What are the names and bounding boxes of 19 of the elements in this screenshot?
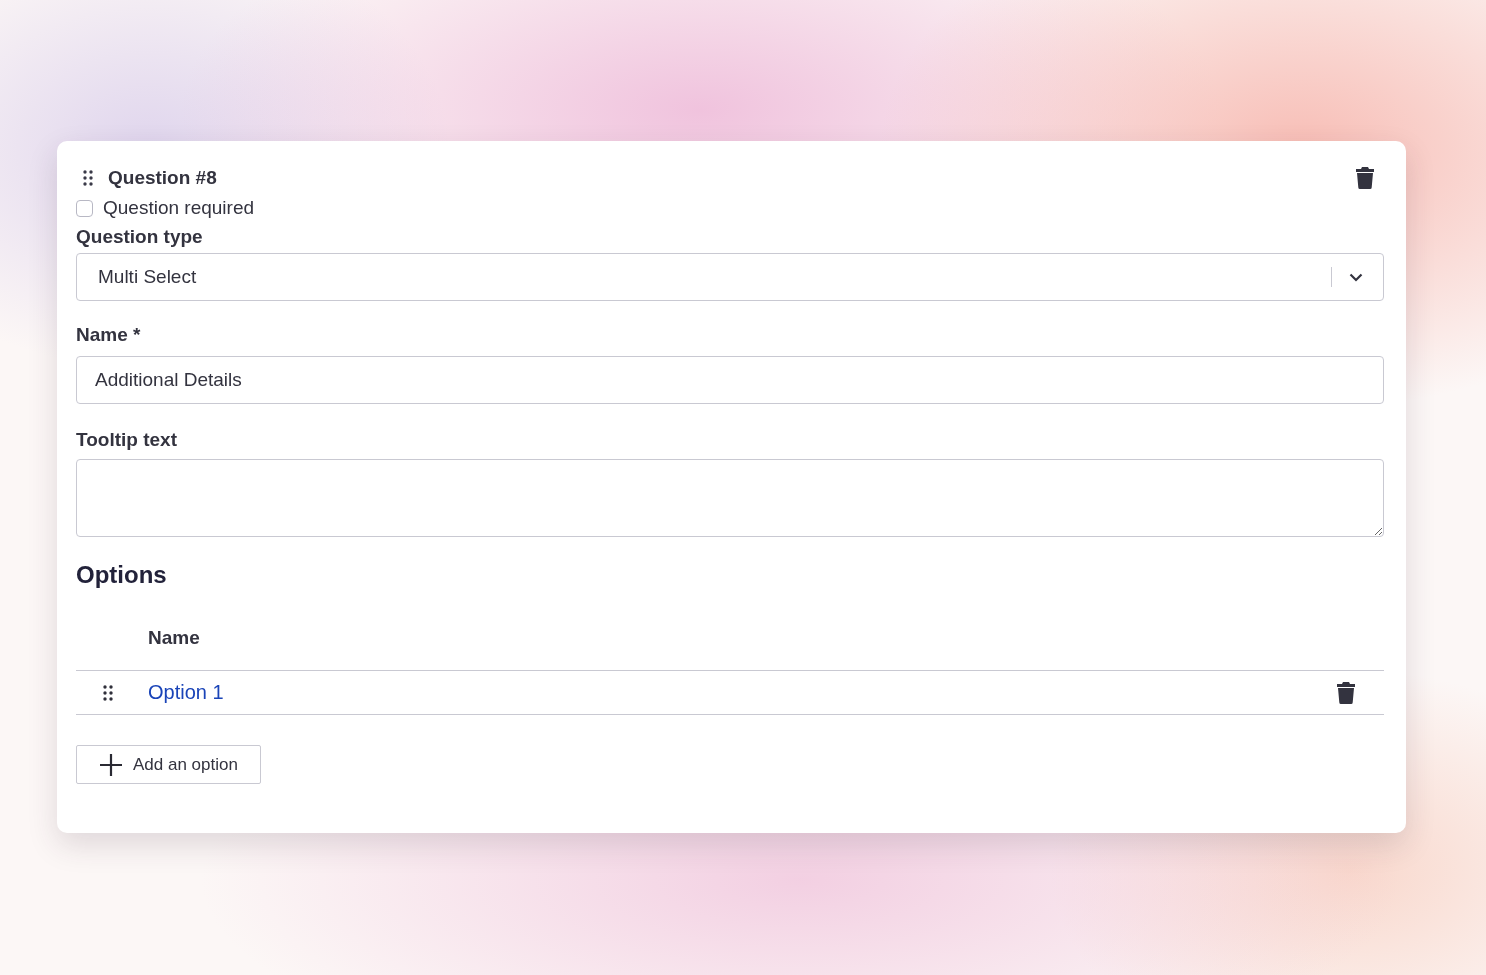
- question-type-dropdown[interactable]: Multi Select: [76, 253, 1384, 301]
- trash-icon[interactable]: [1356, 167, 1374, 189]
- tooltip-text-field[interactable]: [76, 459, 1384, 537]
- column-header: Name: [148, 626, 200, 649]
- plus-icon: [99, 752, 123, 777]
- checkbox-label: Question required: [103, 197, 255, 219]
- question-title: Question #8: [108, 167, 217, 189]
- drag-handle-icon[interactable]: [83, 170, 93, 186]
- name-input-field[interactable]: Additional Details: [76, 356, 1384, 404]
- option-link[interactable]: Option 1: [148, 681, 224, 704]
- drag-handle-icon[interactable]: [103, 684, 113, 701]
- chevron-down-icon: [1349, 272, 1363, 282]
- add-option-button[interactable]: Add an option: [76, 745, 261, 784]
- trash-icon[interactable]: [1337, 681, 1355, 704]
- field-label: Question type: [76, 226, 204, 249]
- field-label: Name *: [76, 324, 142, 347]
- checkbox[interactable]: [76, 199, 93, 217]
- section-heading: Options: [76, 561, 168, 590]
- field-label: Tooltip text: [76, 429, 178, 452]
